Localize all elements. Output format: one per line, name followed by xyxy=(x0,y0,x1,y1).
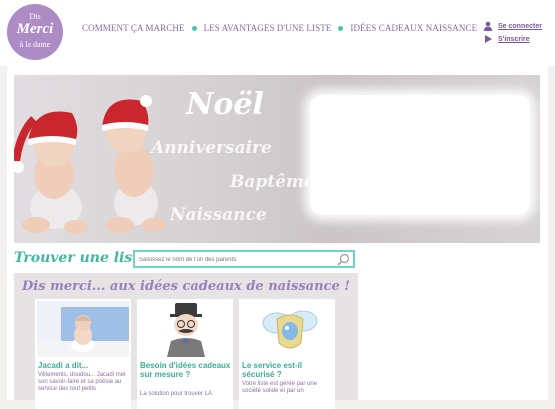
card-title: Jacadi a dit... xyxy=(38,361,89,370)
search-input[interactable] xyxy=(139,254,329,266)
search-icon[interactable] xyxy=(337,253,350,266)
logo-line-1: Dis xyxy=(29,12,41,21)
card-text: Votre liste est gérée par une société so… xyxy=(242,381,318,394)
main-nav: COMMENT ÇA MARCHE LES AVANTAGES D'UNE LI… xyxy=(82,22,477,34)
signup-link[interactable]: S'inscrire xyxy=(498,36,530,43)
nav-avantages-liste[interactable]: LES AVANTAGES D'UNE LISTE xyxy=(204,23,332,33)
logo-line-3: à la dame xyxy=(19,40,51,49)
card-text: La solution pour trouver LA xyxy=(140,391,213,397)
search-box xyxy=(133,250,355,268)
card-image-gentleman xyxy=(139,301,231,357)
site-header: Dis Merci à la dame COMMENT ÇA MARCHE LE… xyxy=(0,0,555,66)
banner-word-naissance: Naissance xyxy=(170,205,267,225)
idea-card-securise[interactable]: Le service est-il sécurisé ? Votre liste… xyxy=(239,299,335,409)
card-title: Le service est-il sécurisé ? xyxy=(242,361,303,379)
nav-comment-ca-marche[interactable]: COMMENT ÇA MARCHE xyxy=(82,23,185,33)
user-icon xyxy=(482,21,494,31)
logo-line-2: Merci xyxy=(16,21,54,37)
card-text: Vêtements, doudou... Jacadi met son savo… xyxy=(38,372,126,392)
arrow-right-icon xyxy=(482,34,494,44)
babies-photo xyxy=(14,95,166,234)
idea-card-sur-mesure[interactable]: Besoin d'idées cadeaux sur mesure ? La s… xyxy=(137,299,233,409)
login-link[interactable]: Se connecter xyxy=(498,23,542,30)
banner-word-bapteme: Baptême xyxy=(230,172,315,192)
ideas-title: Dis merci... aux idées cadeaux de naissa… xyxy=(22,279,350,294)
idea-card-jacadi[interactable]: Jacadi a dit... Vêtements, doudou... Jac… xyxy=(35,299,131,409)
card-image-shield xyxy=(241,301,333,357)
nav-separator-dot xyxy=(338,25,344,31)
banner-word-noel: Noël xyxy=(186,87,264,122)
account-links: Se connecter S'inscrire xyxy=(482,20,542,46)
nav-separator-dot xyxy=(191,25,197,31)
nav-idees-cadeaux[interactable]: IDÉES CADEAUX NAISSANCE xyxy=(350,23,477,33)
banner-video-frame[interactable] xyxy=(310,95,530,215)
card-image-baby xyxy=(37,301,129,357)
banner-word-anniversaire: Anniversaire xyxy=(151,138,272,158)
card-title: Besoin d'idées cadeaux sur mesure ? xyxy=(140,361,231,379)
hero-banner: Noël Anniversaire Baptême Naissance xyxy=(14,75,540,243)
gift-ideas-panel: Dis merci... aux idées cadeaux de naissa… xyxy=(14,273,358,409)
site-logo[interactable]: Dis Merci à la dame xyxy=(7,4,63,60)
